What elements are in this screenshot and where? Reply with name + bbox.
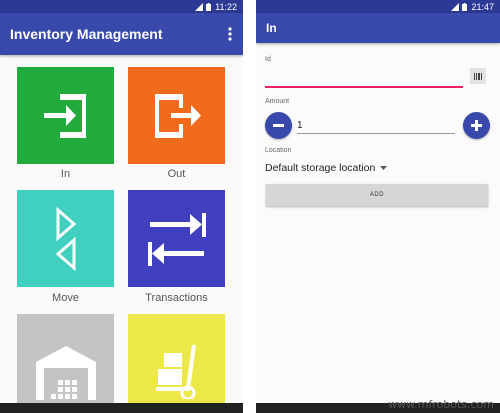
- screen-title: In: [266, 21, 277, 35]
- minus-icon: [273, 124, 284, 127]
- id-input[interactable]: [265, 66, 463, 84]
- tile-hand-truck[interactable]: [128, 314, 225, 411]
- phone-screen-in-form: 21:47 In Id Amount Location Default stor…: [256, 0, 500, 413]
- id-label: Id: [265, 56, 271, 63]
- tile-transactions-label: Transactions: [145, 292, 208, 304]
- phone-screen-main-menu: 11:22 Inventory Management In Out Move T…: [0, 0, 243, 413]
- location-dropdown[interactable]: Default storage location: [265, 160, 388, 176]
- navigation-bar: [0, 403, 243, 413]
- scan-barcode-button[interactable]: [470, 68, 486, 84]
- tile-out-label: Out: [167, 168, 186, 180]
- amount-input-underline: [297, 133, 455, 134]
- overflow-menu-button[interactable]: [221, 22, 239, 46]
- sign-out-icon: [154, 93, 201, 138]
- signal-icon: [195, 2, 204, 11]
- dropdown-arrow-icon: [380, 166, 388, 170]
- add-button[interactable]: ADD: [266, 184, 488, 206]
- app-bar: In: [256, 13, 500, 43]
- transfer-arrows-icon: [147, 212, 206, 266]
- decrement-button[interactable]: [265, 112, 292, 139]
- increment-button[interactable]: [463, 112, 490, 139]
- tile-in-label: In: [60, 168, 71, 180]
- warehouse-icon: [35, 345, 96, 400]
- location-selected-value: Default storage location: [265, 162, 376, 174]
- more-vert-icon: [228, 27, 232, 41]
- status-time: 11:22: [215, 1, 237, 12]
- status-bar: 21:47: [256, 0, 500, 13]
- app-title: Inventory Management: [10, 26, 163, 42]
- tile-transactions[interactable]: [128, 190, 225, 287]
- plus-icon: [471, 120, 482, 131]
- signal-icon: [451, 2, 460, 11]
- status-time: 21:47: [471, 1, 494, 12]
- sign-in-icon: [43, 93, 86, 138]
- amount-label: Amount: [265, 98, 290, 105]
- hand-truck-icon: [155, 344, 196, 399]
- amount-input[interactable]: [297, 117, 455, 133]
- tile-in[interactable]: [17, 67, 114, 164]
- status-bar: 11:22: [0, 0, 243, 13]
- move-arrows-icon: [55, 206, 76, 271]
- id-input-underline: [265, 86, 463, 88]
- app-bar: Inventory Management: [0, 13, 243, 55]
- tile-warehouse[interactable]: [17, 314, 114, 411]
- battery-icon: [206, 2, 212, 11]
- location-label: Location: [265, 147, 292, 154]
- watermark: www.mfrobots.com: [388, 398, 494, 411]
- battery-icon: [462, 2, 468, 11]
- barcode-icon: [473, 72, 482, 80]
- tile-out[interactable]: [128, 67, 225, 164]
- tile-move[interactable]: [17, 190, 114, 287]
- tile-move-label: Move: [52, 292, 79, 304]
